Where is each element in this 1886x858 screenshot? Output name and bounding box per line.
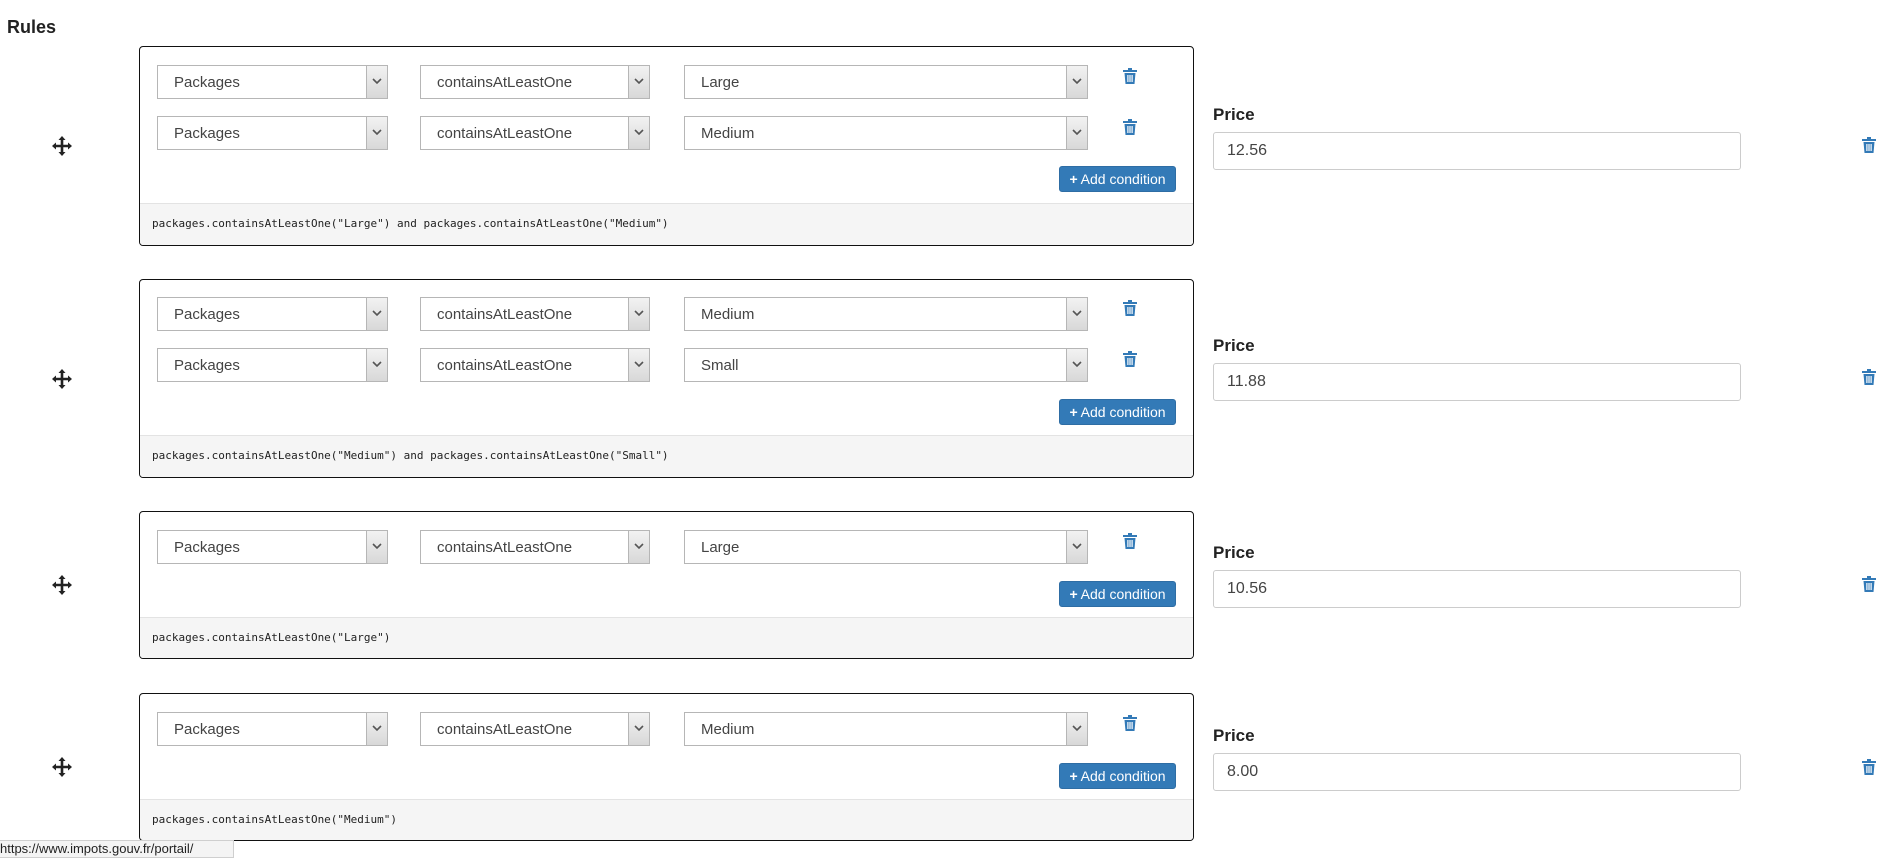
add-condition-button[interactable]: + Add condition [1059, 399, 1176, 425]
rule-expression: packages.containsAtLeastOne("Large") [140, 617, 1193, 658]
rules-heading: Rules [7, 17, 57, 37]
chevron-down-icon [628, 117, 649, 149]
chevron-down-icon [1066, 531, 1087, 563]
operator-select[interactable]: containsAtLeastOne [420, 65, 650, 99]
add-condition-button[interactable]: + Add condition [1059, 763, 1176, 789]
conditions-panel: Packages containsAtLeastOne Medium + Add … [139, 693, 1194, 841]
price-input[interactable] [1213, 570, 1741, 608]
field-select[interactable]: Packages [157, 348, 388, 382]
add-condition-button[interactable]: + Add condition [1059, 166, 1176, 192]
rule-row: Packages containsAtLeastOne Large + Add c… [0, 511, 1886, 659]
conditions-panel: Packages containsAtLeastOne Large + Add c… [139, 511, 1194, 659]
condition-row: Packages containsAtLeastOne Medium [157, 297, 1137, 331]
chevron-down-icon [366, 349, 387, 381]
chevron-down-icon [366, 531, 387, 563]
condition-row: Packages containsAtLeastOne Medium [157, 116, 1137, 150]
trash-icon[interactable] [1123, 68, 1137, 84]
condition-row: Packages containsAtLeastOne Large [157, 530, 1137, 564]
field-select[interactable]: Packages [157, 712, 388, 746]
chevron-down-icon [1066, 66, 1087, 98]
field-select[interactable]: Packages [157, 116, 388, 150]
chevron-down-icon [628, 298, 649, 330]
move-arrows-icon[interactable] [51, 756, 73, 778]
chevron-down-icon [366, 117, 387, 149]
plus-icon: + [1069, 404, 1078, 420]
operator-select[interactable]: containsAtLeastOne [420, 530, 650, 564]
value-select[interactable]: Small [684, 348, 1088, 382]
move-arrows-icon[interactable] [51, 135, 73, 157]
rule-expression: packages.containsAtLeastOne("Large") and… [140, 203, 1193, 245]
status-bar-url: https://www.impots.gouv.fr/portail/ [0, 840, 234, 858]
rule-row: Packages containsAtLeastOne Large Packag… [0, 46, 1886, 246]
price-label: Price [1213, 336, 1255, 355]
chevron-down-icon [366, 298, 387, 330]
price-label: Price [1213, 543, 1255, 562]
operator-select[interactable]: containsAtLeastOne [420, 348, 650, 382]
field-select[interactable]: Packages [157, 297, 388, 331]
trash-icon[interactable] [1862, 369, 1876, 390]
field-select[interactable]: Packages [157, 65, 388, 99]
chevron-down-icon [628, 713, 649, 745]
chevron-down-icon [1066, 713, 1087, 745]
condition-row: Packages containsAtLeastOne Large [157, 65, 1137, 99]
chevron-down-icon [366, 713, 387, 745]
trash-icon[interactable] [1123, 300, 1137, 316]
chevron-down-icon [1066, 298, 1087, 330]
value-select[interactable]: Large [684, 530, 1088, 564]
chevron-down-icon [628, 66, 649, 98]
price-input[interactable] [1213, 132, 1741, 170]
trash-icon[interactable] [1123, 351, 1137, 367]
price-label: Price [1213, 105, 1255, 124]
chevron-down-icon [366, 66, 387, 98]
trash-icon[interactable] [1123, 119, 1137, 135]
conditions-panel: Packages containsAtLeastOne Medium Packa… [139, 279, 1194, 478]
condition-row: Packages containsAtLeastOne Medium [157, 712, 1137, 746]
chevron-down-icon [1066, 349, 1087, 381]
price-label: Price [1213, 726, 1255, 745]
trash-icon[interactable] [1862, 137, 1876, 158]
condition-row: Packages containsAtLeastOne Small [157, 348, 1137, 382]
trash-icon[interactable] [1862, 576, 1876, 597]
rule-row: Packages containsAtLeastOne Medium + Add … [0, 693, 1886, 841]
conditions-panel: Packages containsAtLeastOne Large Packag… [139, 46, 1194, 246]
value-select[interactable]: Medium [684, 712, 1088, 746]
operator-select[interactable]: containsAtLeastOne [420, 297, 650, 331]
move-arrows-icon[interactable] [51, 368, 73, 390]
operator-select[interactable]: containsAtLeastOne [420, 116, 650, 150]
field-select[interactable]: Packages [157, 530, 388, 564]
rule-expression: packages.containsAtLeastOne("Medium") an… [140, 435, 1193, 477]
chevron-down-icon [1066, 117, 1087, 149]
plus-icon: + [1069, 768, 1078, 784]
rule-expression: packages.containsAtLeastOne("Medium") [140, 799, 1193, 840]
price-input[interactable] [1213, 363, 1741, 401]
chevron-down-icon [628, 531, 649, 563]
price-input[interactable] [1213, 753, 1741, 791]
plus-icon: + [1069, 171, 1078, 187]
trash-icon[interactable] [1862, 759, 1876, 780]
trash-icon[interactable] [1123, 715, 1137, 731]
trash-icon[interactable] [1123, 533, 1137, 549]
chevron-down-icon [628, 349, 649, 381]
rule-row: Packages containsAtLeastOne Medium Packa… [0, 279, 1886, 478]
move-arrows-icon[interactable] [51, 574, 73, 596]
value-select[interactable]: Large [684, 65, 1088, 99]
value-select[interactable]: Medium [684, 297, 1088, 331]
plus-icon: + [1069, 586, 1078, 602]
value-select[interactable]: Medium [684, 116, 1088, 150]
operator-select[interactable]: containsAtLeastOne [420, 712, 650, 746]
add-condition-button[interactable]: + Add condition [1059, 581, 1176, 607]
